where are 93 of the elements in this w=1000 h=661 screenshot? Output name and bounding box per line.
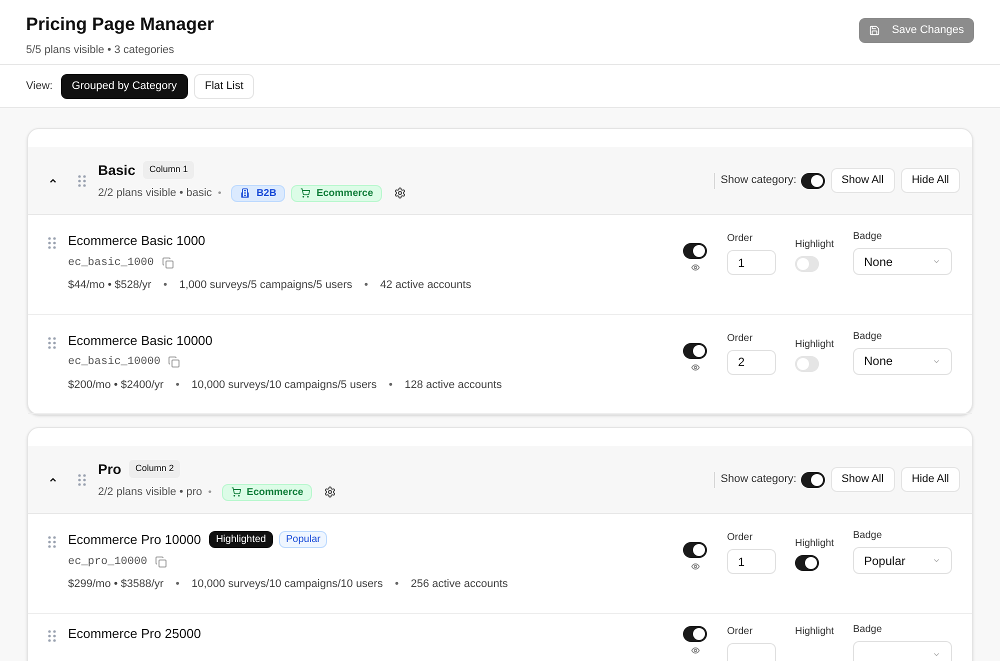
cart-icon — [230, 487, 241, 497]
category-tag: Ecommerce — [222, 484, 312, 500]
show-all-button[interactable]: Show All — [830, 467, 895, 492]
highlight-toggle[interactable] — [795, 256, 819, 272]
building-icon — [240, 188, 250, 198]
plan-price: $44/mo • $528/yr — [68, 278, 152, 293]
order-input[interactable]: 1 — [727, 250, 776, 275]
highlighted-badge: Highlighted — [208, 531, 273, 548]
drag-handle-icon[interactable] — [78, 174, 86, 186]
badge-select[interactable]: None — [853, 348, 952, 374]
visibility-toggle[interactable] — [683, 243, 707, 259]
category-tag: B2B — [231, 184, 286, 202]
plan-slug: ec_basic_10000 — [68, 355, 160, 370]
highlight-label: Highlight — [795, 238, 835, 252]
badge-label: Badge — [853, 330, 883, 344]
order-input[interactable] — [727, 642, 776, 661]
plan-price: $299/mo • $3588/yr — [68, 577, 164, 592]
highlight-label: Highlight — [795, 338, 835, 352]
show-category-label: Show category: — [720, 472, 796, 488]
plan-limits: 10,000 surveys/10 campaigns/10 users — [191, 577, 383, 592]
category-name: Basic — [98, 160, 136, 180]
active-accounts: 128 active accounts — [404, 378, 502, 392]
plan-limits: 1,000 surveys/5 campaigns/5 users — [179, 278, 352, 293]
eye-icon — [690, 562, 700, 571]
drag-handle-icon[interactable] — [48, 237, 56, 249]
hide-all-button[interactable]: Hide All — [900, 467, 960, 492]
eye-icon — [690, 263, 700, 272]
badge-label: Badge — [853, 230, 883, 244]
category-tag: Ecommerce — [291, 184, 382, 202]
badge-select[interactable]: None — [853, 248, 952, 275]
plan-slug: ec_basic_1000 — [68, 256, 154, 270]
separator-dot: • — [388, 378, 393, 392]
separator-dot: • — [364, 278, 368, 293]
plan-slug: ec_pro_10000 — [68, 554, 148, 570]
order-label: Order — [727, 232, 754, 246]
copy-icon[interactable] — [155, 556, 168, 568]
badge-select[interactable]: Popular — [853, 547, 952, 574]
separator-dot: • — [176, 577, 180, 592]
show-all-button[interactable]: Show All — [830, 168, 895, 193]
drag-handle-icon[interactable] — [48, 336, 56, 348]
plan-price: $200/mo • $2400/yr — [68, 378, 164, 392]
visibility-toggle[interactable] — [683, 342, 707, 358]
eye-icon — [690, 646, 700, 654]
plan-name: Ecommerce Pro 10000 — [68, 531, 201, 549]
order-input[interactable]: 2 — [727, 350, 776, 374]
order-input[interactable]: 1 — [727, 549, 776, 574]
separator-dot: • — [176, 378, 180, 392]
highlight-toggle[interactable] — [795, 356, 819, 372]
column-badge: Column 2 — [129, 460, 180, 478]
category-summary: 2/2 plans visible • basic — [98, 186, 212, 201]
show-category-label: Show category: — [720, 173, 796, 188]
active-accounts: 42 active accounts — [380, 278, 472, 293]
highlight-label: Highlight — [795, 537, 835, 551]
eye-icon — [690, 362, 700, 372]
category-name: Pro — [98, 460, 122, 478]
view-label: View: — [26, 78, 53, 94]
plan-badge: Popular — [279, 531, 328, 548]
badge-label: Badge — [853, 529, 883, 543]
highlight-toggle[interactable] — [795, 555, 819, 571]
order-label: Order — [727, 624, 754, 638]
page-subtitle: 5/5 plans visible • 3 categories — [26, 43, 176, 58]
view-option-button[interactable]: Flat List — [194, 74, 254, 98]
plan-name: Ecommerce Basic 10000 — [68, 332, 213, 350]
settings-icon[interactable] — [324, 486, 336, 498]
badge-label: Badge — [853, 622, 883, 636]
show-category-toggle[interactable] — [800, 472, 824, 488]
order-label: Order — [727, 332, 754, 346]
settings-icon[interactable] — [394, 187, 406, 199]
save-icon — [868, 25, 880, 36]
plan-limits: 10,000 surveys/10 campaigns/5 users — [191, 378, 377, 392]
separator-dot: • — [218, 186, 222, 200]
copy-icon[interactable] — [168, 356, 180, 368]
drag-handle-icon[interactable] — [48, 536, 56, 548]
page-title: Pricing Page Manager — [26, 13, 214, 36]
category-summary: 2/2 plans visible • pro — [98, 484, 202, 500]
visibility-toggle[interactable] — [683, 626, 707, 642]
separator-dot: • — [394, 577, 399, 592]
show-category-toggle[interactable] — [800, 172, 824, 188]
highlight-label: Highlight — [795, 624, 835, 638]
active-accounts: 256 active accounts — [410, 577, 508, 592]
plan-name: Ecommerce Pro 25000 — [68, 624, 201, 642]
copy-icon[interactable] — [162, 256, 174, 269]
column-badge: Column 1 — [143, 161, 194, 179]
visibility-toggle[interactable] — [683, 542, 707, 558]
plan-name: Ecommerce Basic 1000 — [68, 232, 206, 250]
hide-all-button[interactable]: Hide All — [900, 168, 960, 193]
cart-icon — [300, 188, 310, 198]
separator-dot: • — [163, 278, 168, 293]
order-label: Order — [727, 531, 754, 545]
view-option-button[interactable]: Grouped by Category — [60, 74, 188, 98]
drag-handle-icon[interactable] — [78, 474, 86, 486]
drag-handle-icon[interactable] — [48, 630, 56, 642]
separator-dot: • — [208, 486, 212, 500]
